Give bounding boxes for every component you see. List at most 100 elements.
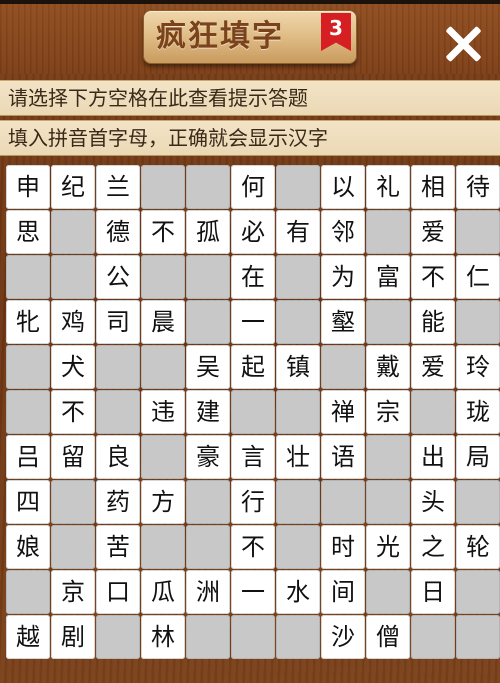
grid-cell[interactable]: 林: [141, 615, 185, 659]
grid-cell[interactable]: 珑: [456, 390, 500, 434]
grid-cell[interactable]: 晨: [141, 300, 185, 344]
grid-cell-empty[interactable]: [231, 615, 275, 659]
grid-cell[interactable]: 违: [141, 390, 185, 434]
grid-cell[interactable]: 壮: [276, 435, 320, 479]
grid-cell[interactable]: 邻: [321, 210, 365, 254]
grid-cell[interactable]: 沙: [321, 615, 365, 659]
grid-cell-empty[interactable]: [186, 300, 230, 344]
grid-cell[interactable]: 不: [411, 255, 455, 299]
grid-cell[interactable]: 言: [231, 435, 275, 479]
grid-cell[interactable]: 出: [411, 435, 455, 479]
grid-cell[interactable]: 一: [231, 300, 275, 344]
grid-cell-empty[interactable]: [321, 480, 365, 524]
grid-cell-empty[interactable]: [411, 390, 455, 434]
grid-cell-empty[interactable]: [6, 570, 50, 614]
grid-cell[interactable]: 必: [231, 210, 275, 254]
grid-cell-empty[interactable]: [186, 525, 230, 569]
grid-cell[interactable]: 洲: [186, 570, 230, 614]
grid-cell[interactable]: 豪: [186, 435, 230, 479]
grid-cell[interactable]: 玲: [456, 345, 500, 389]
grid-cell-empty[interactable]: [6, 255, 50, 299]
grid-cell[interactable]: 吴: [186, 345, 230, 389]
grid-cell[interactable]: 礼: [366, 165, 410, 209]
grid-cell[interactable]: 德: [96, 210, 140, 254]
grid-cell-empty[interactable]: [276, 165, 320, 209]
grid-cell-empty[interactable]: [6, 345, 50, 389]
grid-cell-empty[interactable]: [141, 345, 185, 389]
grid-cell[interactable]: 一: [231, 570, 275, 614]
grid-cell[interactable]: 兰: [96, 165, 140, 209]
grid-cell-empty[interactable]: [276, 615, 320, 659]
grid-cell[interactable]: 不: [141, 210, 185, 254]
grid-cell[interactable]: 公: [96, 255, 140, 299]
grid-cell[interactable]: 戴: [366, 345, 410, 389]
close-button[interactable]: [440, 22, 484, 66]
grid-cell-empty[interactable]: [456, 210, 500, 254]
grid-cell[interactable]: 之: [411, 525, 455, 569]
grid-cell[interactable]: 口: [96, 570, 140, 614]
grid-cell[interactable]: 申: [6, 165, 50, 209]
grid-cell-empty[interactable]: [186, 615, 230, 659]
grid-cell[interactable]: 京: [51, 570, 95, 614]
grid-cell[interactable]: 不: [231, 525, 275, 569]
grid-cell-empty[interactable]: [96, 615, 140, 659]
grid-cell-empty[interactable]: [231, 390, 275, 434]
grid-cell-empty[interactable]: [51, 255, 95, 299]
grid-cell-empty[interactable]: [366, 210, 410, 254]
grid-cell[interactable]: 何: [231, 165, 275, 209]
grid-cell-empty[interactable]: [456, 300, 500, 344]
grid-cell[interactable]: 不: [51, 390, 95, 434]
grid-cell[interactable]: 能: [411, 300, 455, 344]
grid-cell[interactable]: 相: [411, 165, 455, 209]
grid-cell-empty[interactable]: [96, 390, 140, 434]
grid-cell[interactable]: 仁: [456, 255, 500, 299]
grid-cell[interactable]: 越: [6, 615, 50, 659]
grid-cell[interactable]: 水: [276, 570, 320, 614]
grid-cell[interactable]: 宗: [366, 390, 410, 434]
grid-cell-empty[interactable]: [366, 480, 410, 524]
grid-cell[interactable]: 有: [276, 210, 320, 254]
grid-cell[interactable]: 行: [231, 480, 275, 524]
grid-cell-empty[interactable]: [186, 165, 230, 209]
grid-cell-empty[interactable]: [141, 525, 185, 569]
grid-cell[interactable]: 以: [321, 165, 365, 209]
grid-cell-empty[interactable]: [141, 255, 185, 299]
grid-cell-empty[interactable]: [456, 480, 500, 524]
grid-cell[interactable]: 苦: [96, 525, 140, 569]
grid-cell-empty[interactable]: [186, 255, 230, 299]
grid-cell[interactable]: 药: [96, 480, 140, 524]
grid-cell-empty[interactable]: [321, 345, 365, 389]
grid-cell[interactable]: 间: [321, 570, 365, 614]
grid-cell[interactable]: 孤: [186, 210, 230, 254]
grid-cell[interactable]: 头: [411, 480, 455, 524]
grid-cell-empty[interactable]: [51, 480, 95, 524]
grid-cell-empty[interactable]: [276, 390, 320, 434]
grid-cell[interactable]: 娘: [6, 525, 50, 569]
grid-cell[interactable]: 留: [51, 435, 95, 479]
grid-cell[interactable]: 局: [456, 435, 500, 479]
grid-cell-empty[interactable]: [411, 615, 455, 659]
grid-cell-empty[interactable]: [456, 615, 500, 659]
grid-cell[interactable]: 在: [231, 255, 275, 299]
grid-cell-empty[interactable]: [276, 480, 320, 524]
grid-cell-empty[interactable]: [366, 570, 410, 614]
grid-cell[interactable]: 光: [366, 525, 410, 569]
grid-cell[interactable]: 富: [366, 255, 410, 299]
grid-cell-empty[interactable]: [276, 300, 320, 344]
grid-cell[interactable]: 剧: [51, 615, 95, 659]
grid-cell[interactable]: 时: [321, 525, 365, 569]
grid-cell-empty[interactable]: [186, 480, 230, 524]
grid-cell-empty[interactable]: [96, 345, 140, 389]
grid-cell[interactable]: 爱: [411, 345, 455, 389]
grid-cell[interactable]: 方: [141, 480, 185, 524]
grid-cell[interactable]: 鸡: [51, 300, 95, 344]
grid-cell-empty[interactable]: [51, 210, 95, 254]
grid-cell[interactable]: 爱: [411, 210, 455, 254]
grid-cell[interactable]: 吕: [6, 435, 50, 479]
grid-cell-empty[interactable]: [366, 435, 410, 479]
grid-cell[interactable]: 语: [321, 435, 365, 479]
grid-cell[interactable]: 犬: [51, 345, 95, 389]
grid-cell[interactable]: 纪: [51, 165, 95, 209]
grid-cell[interactable]: 日: [411, 570, 455, 614]
grid-cell-empty[interactable]: [456, 570, 500, 614]
